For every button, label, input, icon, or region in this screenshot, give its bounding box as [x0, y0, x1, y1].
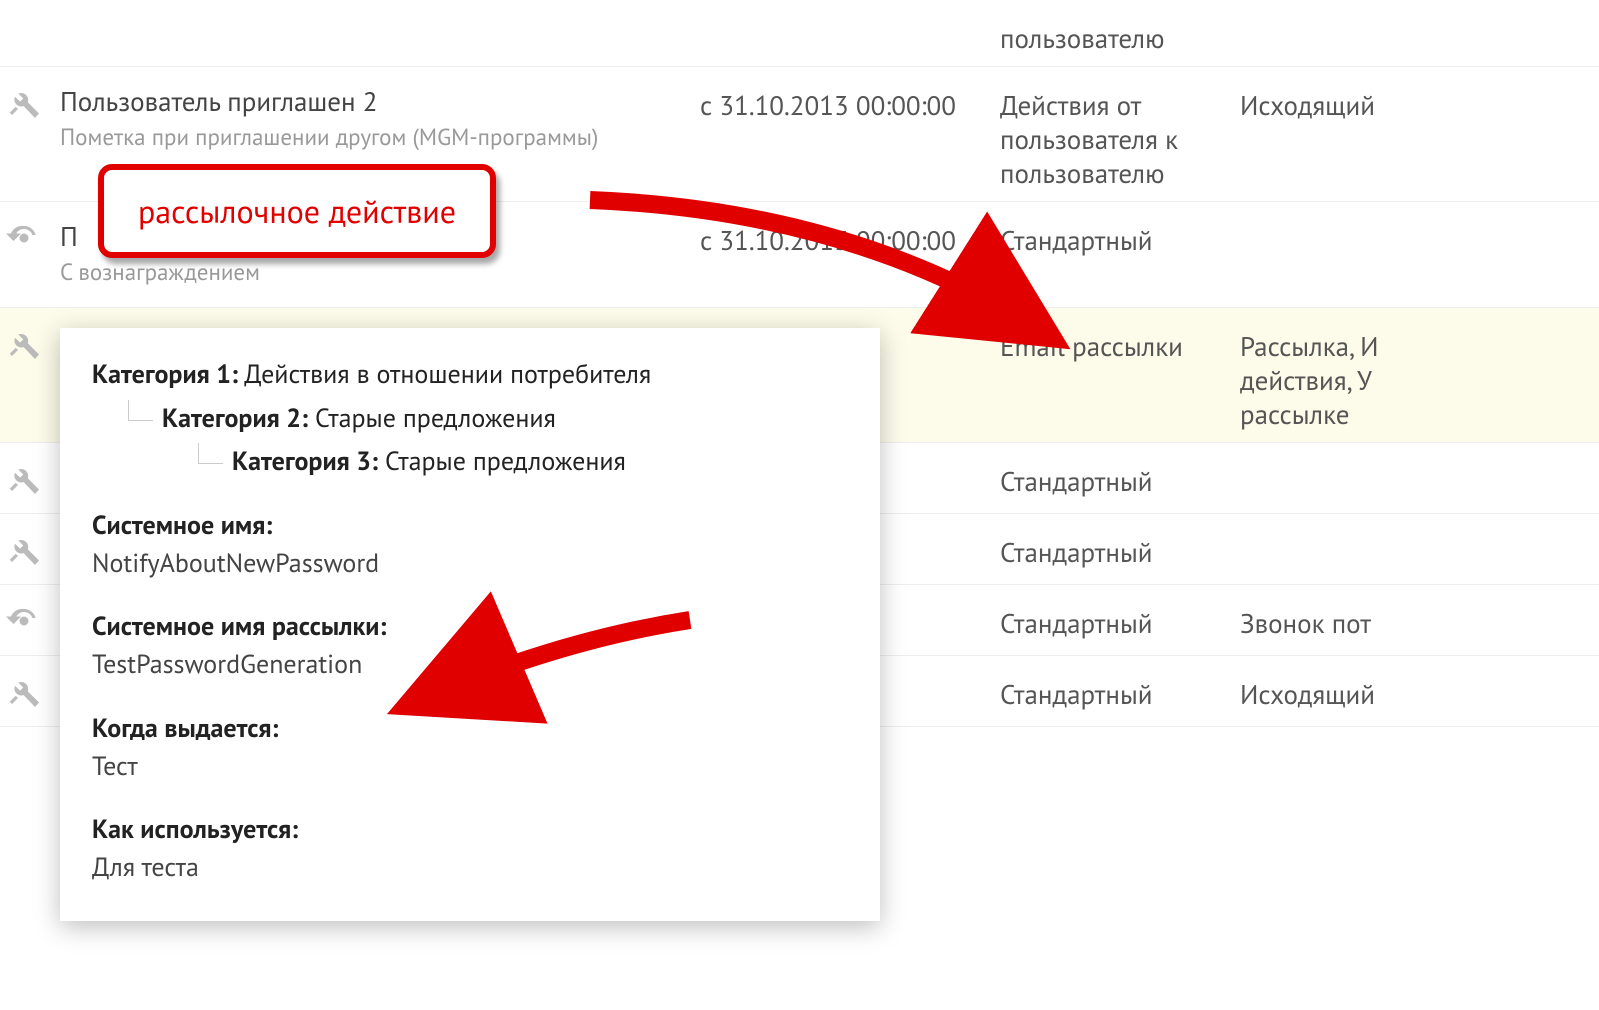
category-2-label: Категория 2: [162, 402, 308, 435]
row-extra-cell: Рассылка, Идействия, Урассылке [1240, 308, 1599, 442]
system-name-label: Системное имя: [92, 507, 848, 545]
category-3-line: Категория 3: Старые предложения [232, 443, 848, 481]
row-subtitle: С вознаграждением [60, 258, 690, 287]
row-type-line: пользователя к [1000, 123, 1230, 157]
row-extra-cell [1240, 0, 1599, 32]
row-extra-line: рассылке [1240, 398, 1599, 432]
row-type-line: пользователю [1000, 157, 1230, 191]
wrench-icon [0, 656, 60, 715]
row-type-line: пользователю [1000, 22, 1230, 56]
row-extra-line: действия, У [1240, 364, 1599, 398]
row-date-cell [700, 0, 1000, 32]
row-extra-line: Звонок пот [1240, 607, 1599, 641]
category-1-line: Категория 1: Действия в отношении потреб… [92, 356, 848, 394]
row-type-line: Стандартный [1000, 607, 1230, 641]
row-extra-cell [1240, 443, 1599, 475]
row-extra-cell [1240, 514, 1599, 546]
system-name-value: NotifyAboutNewPassword [92, 545, 848, 583]
wrench-icon [0, 514, 60, 573]
row-type-line: Email рассылки [1000, 330, 1230, 364]
annotation-callout-text: рассылочное действие [138, 190, 456, 232]
how-section: Как используется: Для теста [92, 811, 848, 886]
cycle-icon [0, 202, 60, 261]
system-mail-name-value: TestPasswordGeneration [92, 646, 848, 684]
row-subtitle: Пометка при приглашении другом (MGM-прог… [60, 123, 690, 152]
row-type-cell: пользователю [1000, 0, 1240, 66]
how-value: Для теста [92, 849, 848, 887]
row-date-cell: с 31.10.2013 00:00:00 [700, 202, 1000, 268]
row-title: Пользователь приглашен 2 [60, 85, 690, 119]
row-type-cell: Стандартный [1000, 585, 1240, 651]
system-mail-name-section: Системное имя рассылки: TestPasswordGene… [92, 608, 848, 683]
page-root: пользователю Пользователь приглашен 2 Поме… [0, 0, 1599, 1010]
row-type-cell: Email рассылки [1000, 308, 1240, 374]
row-extra-cell: Звонок пот [1240, 585, 1599, 651]
row-type-cell: Стандартный [1000, 202, 1240, 268]
row-type-line: Стандартный [1000, 678, 1230, 712]
row-type-cell: Стандартный [1000, 656, 1240, 722]
system-name-section: Системное имя: NotifyAboutNewPassword [92, 507, 848, 582]
category-2-line: Категория 2: Старые предложения [162, 400, 848, 438]
annotation-callout: рассылочное действие [98, 164, 496, 258]
when-section: Когда выдается: Тест [92, 710, 848, 785]
row-extra-cell: Исходящий [1240, 656, 1599, 722]
row-type-cell: Стандартный [1000, 443, 1240, 509]
row-type-line: Стандартный [1000, 536, 1230, 570]
row-type-line: Стандартный [1000, 224, 1230, 258]
row-type-cell: Действия отпользователя кпользователю [1000, 67, 1240, 201]
row-extra-line: Исходящий [1240, 678, 1599, 712]
row-name-cell: Пользователь приглашен 2 Пометка при приг… [60, 67, 700, 172]
category-2-value: Старые предложения [315, 402, 556, 435]
when-label: Когда выдается: [92, 710, 848, 748]
row-extra-line: Рассылка, И [1240, 330, 1599, 364]
row-extra-cell: Исходящий [1240, 67, 1599, 133]
category-3-value: Старые предложения [385, 445, 626, 478]
row-extra-cell [1240, 202, 1599, 234]
row-extra-line: Исходящий [1240, 89, 1599, 123]
system-mail-name-label: Системное имя рассылки: [92, 608, 848, 646]
cycle-icon [0, 585, 60, 644]
when-value: Тест [92, 748, 848, 786]
row-type-line: Стандартный [1000, 465, 1230, 499]
how-label: Как используется: [92, 811, 848, 849]
category-1-label: Категория 1: [92, 358, 238, 391]
row-type-line: Действия от [1000, 89, 1230, 123]
no-icon [0, 0, 60, 18]
row-detail-popover: Категория 1: Действия в отношении потреб… [60, 328, 880, 921]
category-1-value: Действия в отношении потребителя [244, 358, 651, 391]
wrench-icon [0, 67, 60, 126]
table-row[interactable]: пользователю [0, 0, 1599, 67]
category-3-label: Категория 3: [232, 445, 378, 478]
wrench-icon [0, 308, 60, 367]
row-type-cell: Стандартный [1000, 514, 1240, 580]
row-name-cell [60, 0, 700, 38]
wrench-icon [0, 443, 60, 502]
row-date-cell: с 31.10.2013 00:00:00 [700, 67, 1000, 133]
